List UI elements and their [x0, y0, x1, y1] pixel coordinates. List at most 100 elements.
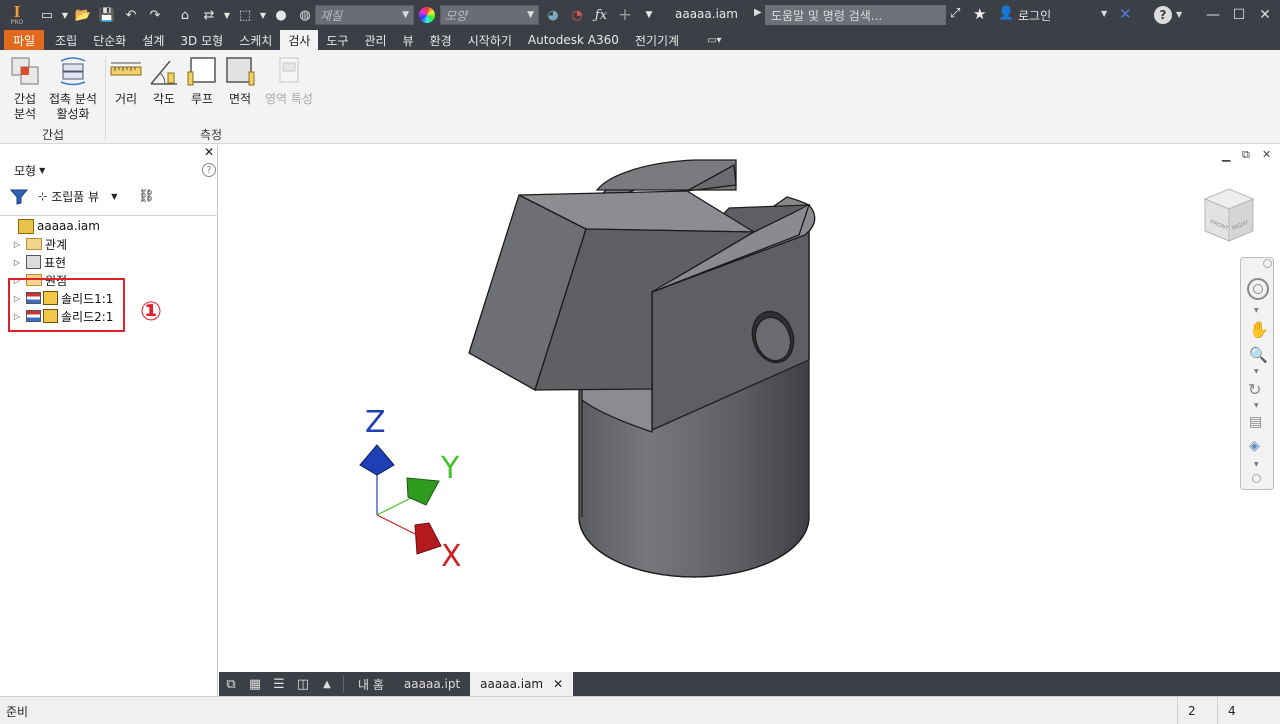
ruler-icon	[109, 54, 143, 88]
ribbon-tab[interactable]: 환경	[422, 30, 460, 50]
tab-assembly-document[interactable]: aaaaa.iam ✕	[470, 672, 574, 696]
minimize-icon[interactable]: —	[1201, 3, 1225, 27]
customize-dropdown-icon[interactable]: ▼	[638, 4, 660, 26]
exchange-apps-icon[interactable]: ✕	[1119, 5, 1132, 23]
ribbon-tab[interactable]: 스케치	[231, 30, 280, 50]
loop-button[interactable]: 루프	[184, 54, 220, 107]
region-properties-button[interactable]: 영역 특성	[260, 54, 318, 107]
area-button[interactable]: 면적	[222, 54, 258, 107]
tree-item-representations[interactable]: ▷ 표현	[12, 253, 66, 271]
zoom-icon[interactable]: 🔍	[1249, 346, 1268, 364]
interference-analysis-button[interactable]: 간섭 분석	[6, 54, 44, 122]
chevron-down-icon: ▼	[402, 10, 409, 20]
help-icon[interactable]: ?	[1154, 6, 1172, 24]
inventor-pro-icon[interactable]: I PRO	[4, 2, 30, 28]
chevron-down-icon[interactable]: ▼	[1254, 307, 1259, 314]
ribbon-tab[interactable]: 파일	[4, 30, 45, 50]
search-binoculars-icon[interactable]: ⤢	[950, 6, 960, 21]
cascade-windows-icon[interactable]: ⧉	[219, 672, 243, 696]
chevron-down-icon[interactable]: ▼	[222, 4, 232, 26]
distance-button[interactable]: 거리	[108, 54, 144, 107]
expand-arrow-icon[interactable]: ▷	[12, 258, 22, 267]
clear-appearance-icon[interactable]: ◔	[566, 4, 588, 26]
open-folder-icon[interactable]: 📂	[72, 4, 94, 26]
contact-analysis-button[interactable]: 접촉 분석 활성화	[44, 54, 102, 122]
chevron-down-icon[interactable]: ▼	[1254, 402, 1259, 409]
fx-icon[interactable]: ƒx	[590, 4, 612, 26]
select-icon[interactable]: ⬚	[234, 4, 256, 26]
steering-wheel-icon[interactable]	[1247, 278, 1269, 300]
angle-button[interactable]: 각도	[146, 54, 182, 107]
tile-grid-icon[interactable]: ▦	[243, 672, 267, 696]
ribbon-tab[interactable]: 뷰	[395, 30, 422, 50]
chevron-down-icon[interactable]: ▼	[258, 4, 268, 26]
globe-icon[interactable]: ◍	[294, 4, 316, 26]
tab-part-document[interactable]: aaaaa.ipt	[394, 672, 470, 696]
close-icon[interactable]: ✕	[204, 145, 214, 159]
orbit-icon[interactable]: ↻	[1248, 380, 1261, 399]
chevron-down-icon[interactable]: ▼	[60, 4, 70, 26]
ribbon-tab[interactable]: 전기기계	[627, 30, 687, 50]
appearance-placeholder: 모양	[445, 8, 468, 23]
close-icon[interactable]: ✕	[1253, 3, 1277, 27]
full-navigation-icon[interactable]: ◈	[1249, 438, 1260, 454]
triangle-up-icon[interactable]: ▲	[315, 672, 339, 696]
maximize-icon[interactable]: ☐	[1227, 3, 1251, 27]
tree-root-assembly[interactable]: aaaaa.iam	[18, 217, 100, 235]
tile-horizontal-icon[interactable]: ☰	[267, 672, 291, 696]
graphics-viewport[interactable]: ▁ ⧉ ✕ Z Y X FRONT RIGHT ▼ ✋ 🔍 ▼ ↻ ▼ ▤ ◈ …	[219, 145, 1280, 672]
contact-label-2: 활성화	[56, 107, 90, 121]
tree-item-relationships[interactable]: ▷ 관계	[12, 235, 67, 253]
ribbon-tab[interactable]: 설계	[134, 30, 172, 50]
adjust-appearance-icon[interactable]: ◕	[542, 4, 564, 26]
appearance-dropdown[interactable]: 모양 ▼	[440, 5, 539, 25]
help-icon[interactable]: ?	[202, 163, 216, 177]
ribbon-minimize-icon[interactable]: ▭▾	[707, 30, 721, 50]
undo-icon[interactable]: ↶	[120, 4, 142, 26]
customize-icon[interactable]	[1252, 474, 1261, 483]
angle-icon	[147, 54, 181, 88]
browser-divider	[0, 215, 218, 216]
save-icon[interactable]: 💾	[96, 4, 118, 26]
ribbon-tab[interactable]: Autodesk A360	[520, 30, 627, 50]
look-at-icon[interactable]: ▤	[1249, 414, 1262, 430]
loop-icon	[185, 54, 219, 88]
angle-label: 각도	[152, 92, 176, 106]
expand-arrow-icon[interactable]: ▷	[12, 240, 22, 249]
plus-icon[interactable]: +	[614, 4, 636, 26]
star-icon[interactable]: ★	[973, 5, 986, 23]
close-icon[interactable]: ✕	[553, 677, 563, 691]
chevron-down-icon[interactable]: ▼	[1176, 10, 1182, 19]
color-wheel-icon[interactable]	[419, 7, 435, 23]
pan-hand-icon[interactable]: ✋	[1249, 320, 1269, 339]
filter-icon[interactable]	[9, 189, 29, 208]
new-file-icon[interactable]: ▭	[36, 4, 58, 26]
binoculars-icon[interactable]: ⛓	[138, 189, 155, 204]
update-icon[interactable]: ⇄	[198, 4, 220, 26]
ribbon-tab[interactable]: 도구	[318, 30, 356, 50]
home-icon[interactable]: ⌂	[174, 4, 196, 26]
ipropertiesicon[interactable]: ●	[270, 4, 292, 26]
browser-title: 모형	[14, 164, 37, 178]
ribbon-tab[interactable]: 검사	[280, 30, 319, 50]
tile-vertical-icon[interactable]: ◫	[291, 672, 315, 696]
ribbon-tab[interactable]: 조립	[47, 30, 85, 50]
chevron-down-icon[interactable]: ▼	[1101, 9, 1107, 18]
tab-my-home[interactable]: 내 홈	[348, 672, 394, 696]
user-icon[interactable]: 👤	[998, 6, 1014, 21]
ribbon-tab[interactable]: 단순화	[85, 30, 134, 50]
browser-title-dropdown[interactable]: 모형 ▼	[14, 162, 45, 179]
viewcube[interactable]: FRONT RIGHT	[1202, 185, 1257, 245]
ribbon-tab[interactable]: 관리	[357, 30, 395, 50]
chevron-down-icon[interactable]: ▼	[1254, 461, 1259, 468]
annotation-marker: ①	[140, 297, 163, 327]
search-input[interactable]: 도움말 및 명령 검색...	[765, 5, 946, 25]
ribbon-tab[interactable]: 시작하기	[460, 30, 520, 50]
ribbon-tab[interactable]: 3D 모형	[172, 30, 231, 50]
close-icon[interactable]	[1263, 259, 1272, 268]
material-dropdown[interactable]: 재질 ▼	[315, 5, 414, 25]
login-label[interactable]: 로그인	[1018, 7, 1051, 24]
chevron-down-icon[interactable]: ▼	[1254, 368, 1259, 375]
redo-icon[interactable]: ↷	[144, 4, 166, 26]
view-selector[interactable]: ⊹ 조립품 뷰 ▼	[38, 188, 117, 205]
